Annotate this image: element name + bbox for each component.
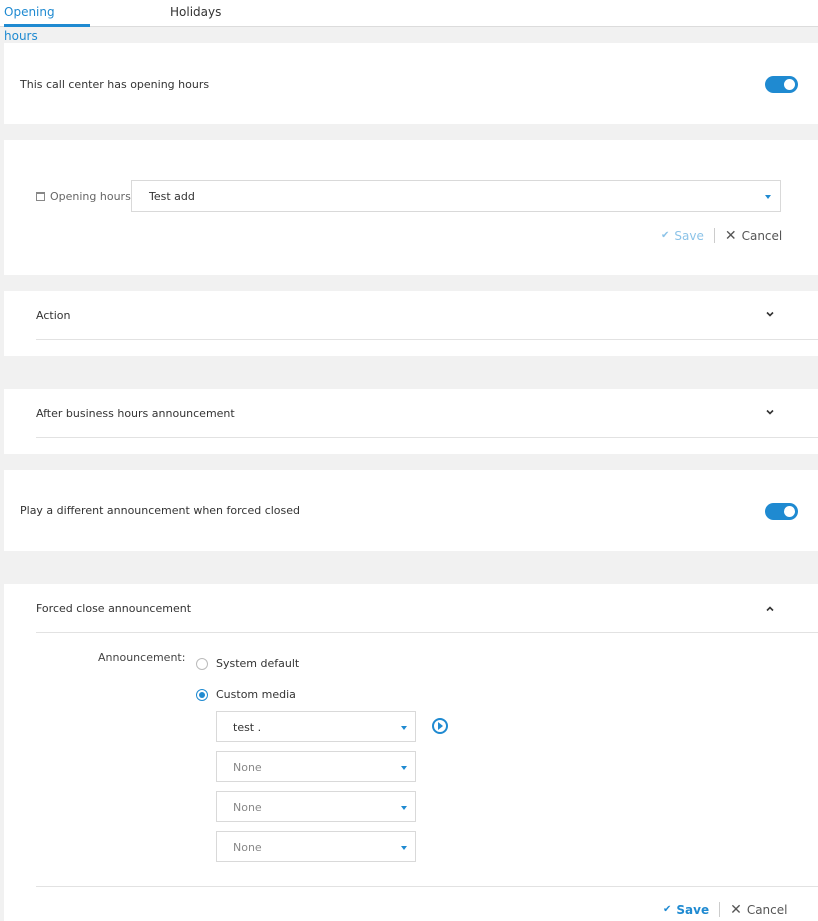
opening-hours-label-text: Opening hours	[50, 190, 131, 203]
cancel-label: Cancel	[741, 228, 783, 243]
chevron-down-icon	[765, 195, 771, 199]
divider	[713, 228, 715, 243]
radio-selected-icon	[196, 688, 208, 701]
opening-hours-toggle-label: This call center has opening hours	[20, 78, 210, 91]
toggle-knob	[784, 79, 795, 90]
radio-system-default[interactable]: System default	[196, 657, 299, 670]
radio-system-default-label: System default	[216, 657, 300, 670]
media-select-1[interactable]: test .	[216, 711, 416, 742]
action-section: Action	[4, 291, 818, 356]
section-divider	[36, 339, 818, 340]
announcement-label: Announcement:	[98, 651, 186, 664]
section-divider	[36, 886, 818, 887]
opening-hours-toggle[interactable]	[765, 76, 798, 93]
forced-closed-toggle-card: Play a different announcement when force…	[4, 470, 818, 551]
check-icon: ✔	[661, 230, 670, 241]
tab-opening-hours[interactable]: Opening hours	[4, 0, 90, 43]
save-button[interactable]: ✔ Save	[661, 229, 704, 243]
cancel-button[interactable]: ✕ Cancel	[725, 229, 782, 243]
media-select-2[interactable]: None	[216, 751, 416, 782]
tab-bar: Opening hours Holidays	[0, 0, 818, 43]
media-select-value: None	[233, 761, 262, 774]
close-icon: ✕	[724, 227, 737, 244]
chevron-down-icon	[401, 766, 407, 770]
cancel-label: Cancel	[746, 902, 788, 917]
radio-icon	[196, 657, 208, 670]
forced-close-actions: ✔ Save ✕ Cancel	[663, 902, 787, 917]
after-hours-section: After business hours announcement	[4, 389, 818, 454]
forced-closed-toggle[interactable]	[765, 503, 798, 520]
chevron-down-icon	[401, 846, 407, 850]
chevron-down-icon	[401, 806, 407, 810]
media-select-value: test .	[233, 721, 262, 734]
opening-hours-toggle-card: This call center has opening hours	[4, 43, 818, 124]
save-label: Save	[674, 228, 704, 243]
forced-close-section-title: Forced close announcement	[36, 602, 192, 615]
radio-custom-media-label: Custom media	[216, 688, 296, 701]
play-icon[interactable]	[432, 718, 448, 734]
forced-closed-toggle-label: Play a different announcement when force…	[20, 504, 301, 517]
after-hours-section-title: After business hours announcement	[36, 407, 235, 420]
media-select-value: None	[233, 801, 262, 814]
chevron-down-icon[interactable]	[765, 309, 775, 319]
forced-close-section: Forced close announcement Announcement: …	[4, 584, 818, 921]
opening-hours-actions: ✔ Save ✕ Cancel	[661, 228, 782, 243]
section-divider	[36, 437, 818, 438]
tab-holidays[interactable]: Holidays	[170, 0, 221, 27]
section-divider	[36, 632, 818, 633]
action-section-title: Action	[36, 309, 71, 322]
toggle-knob	[784, 506, 795, 517]
chevron-up-icon[interactable]	[765, 604, 775, 614]
calendar-icon	[36, 192, 45, 201]
media-select-value: None	[233, 841, 262, 854]
chevron-down-icon	[401, 726, 407, 730]
divider	[719, 902, 721, 917]
opening-hours-select[interactable]: Test add	[131, 180, 781, 212]
check-icon: ✔	[663, 904, 672, 915]
media-select-4[interactable]: None	[216, 831, 416, 862]
save-label: Save	[676, 902, 710, 917]
radio-custom-media[interactable]: Custom media	[196, 688, 296, 701]
opening-hours-field-label: Opening hours	[36, 190, 131, 203]
opening-hours-select-value: Test add	[149, 190, 195, 203]
media-select-3[interactable]: None	[216, 791, 416, 822]
opening-hours-select-card: Opening hours Test add ✔ Save ✕ Cancel	[4, 140, 818, 275]
cancel-button[interactable]: ✕ Cancel	[730, 903, 787, 917]
close-icon: ✕	[730, 901, 742, 918]
chevron-down-icon[interactable]	[765, 407, 775, 417]
save-button[interactable]: ✔ Save	[663, 903, 709, 917]
